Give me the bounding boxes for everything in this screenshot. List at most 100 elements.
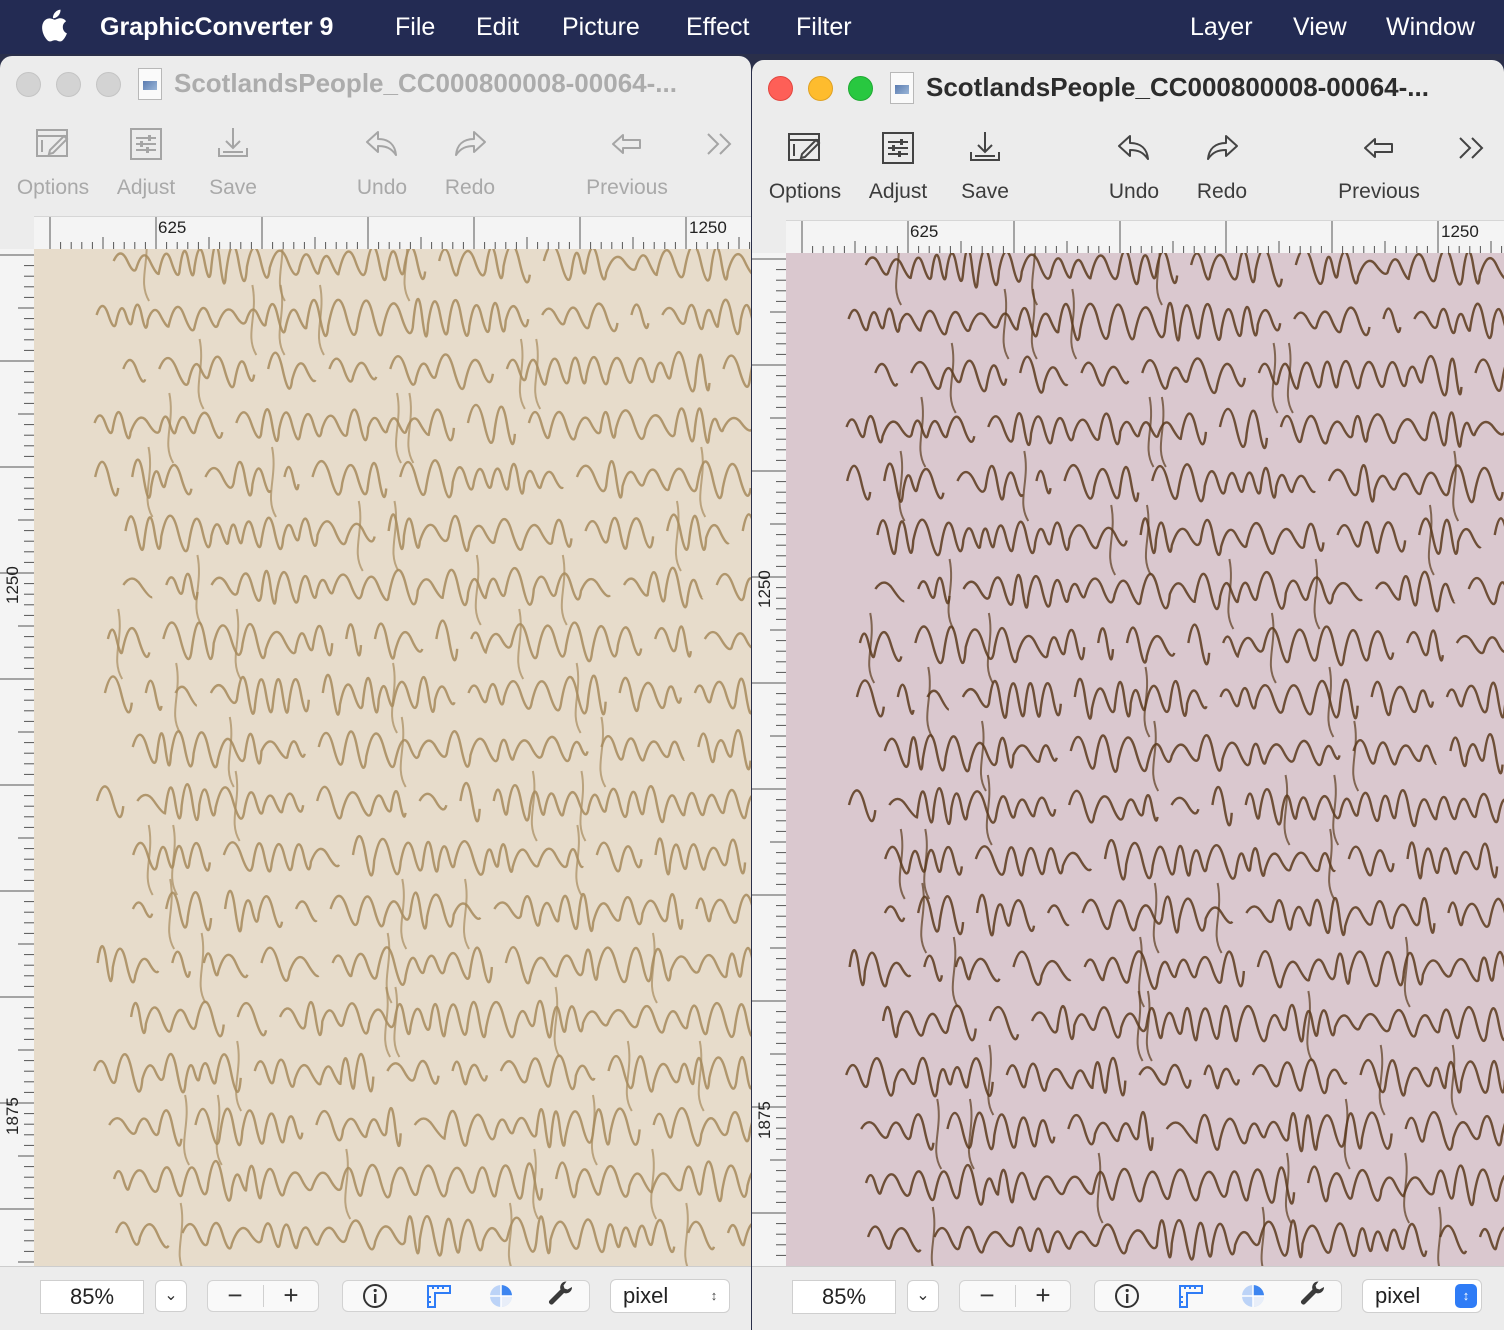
- toolbar-overflow-button[interactable]: [700, 124, 740, 164]
- handwriting-stroke: [399, 716, 407, 788]
- handwriting-stroke: [1152, 882, 1160, 954]
- handwriting-stroke: [684, 1202, 689, 1266]
- image-window-right: ScotlandsPeople_CC000800008-00064-... Op…: [752, 60, 1504, 1330]
- apple-logo-icon[interactable]: [38, 9, 68, 43]
- zoom-out-button[interactable]: −: [208, 1281, 262, 1311]
- save-icon: [970, 132, 1000, 161]
- zoom-field[interactable]: 85%: [40, 1280, 144, 1314]
- menu-file[interactable]: File: [395, 12, 435, 42]
- save-button[interactable]: Save: [950, 128, 1020, 204]
- options-button[interactable]: Options: [760, 128, 850, 204]
- close-button[interactable]: [16, 72, 41, 97]
- handwriting-stroke: [1109, 504, 1117, 576]
- undo-icon: [1118, 135, 1149, 160]
- handwriting-line: [106, 619, 751, 663]
- vertical-ruler: 1250 1875: [0, 249, 34, 1266]
- menu-effect[interactable]: Effect: [686, 12, 749, 42]
- handwriting-stroke: [234, 608, 242, 680]
- zoom-in-button[interactable]: +: [264, 1281, 318, 1311]
- handwriting-stroke: [987, 1044, 995, 1116]
- handwriting-stroke: [1437, 1206, 1442, 1266]
- menu-window[interactable]: Window: [1386, 12, 1475, 42]
- view-tools-control: [342, 1280, 590, 1312]
- title-bar: ScotlandsPeople_CC000800008-00064-...: [0, 56, 751, 116]
- chevron-up-down-icon: ↕: [710, 1288, 718, 1303]
- wrench-icon: [1301, 1281, 1325, 1305]
- image-canvas[interactable]: [34, 249, 751, 1266]
- handwriting-line: [884, 838, 1499, 881]
- close-button[interactable]: [768, 76, 793, 101]
- adjust-label: Adjust: [116, 176, 176, 199]
- handwriting-line: [95, 460, 751, 499]
- zoom-button[interactable]: [96, 72, 121, 97]
- adjust-icon: [882, 132, 914, 164]
- settings-button[interactable]: [1285, 1281, 1341, 1311]
- handwriting-stroke: [579, 770, 587, 842]
- undo-icon: [366, 131, 397, 156]
- redo-label: Redo: [1196, 180, 1248, 203]
- zoom-out-button[interactable]: −: [960, 1281, 1014, 1311]
- unit-select[interactable]: pixel ↕: [610, 1279, 730, 1313]
- horizontal-ruler: 625 1250: [786, 220, 1504, 254]
- undo-button[interactable]: Undo: [346, 124, 418, 200]
- overflow-icon: [1459, 137, 1484, 159]
- info-button[interactable]: [347, 1281, 403, 1311]
- menu-filter[interactable]: Filter: [796, 12, 852, 42]
- color-button[interactable]: [473, 1281, 529, 1311]
- options-button[interactable]: Options: [8, 124, 98, 200]
- handwriting-stroke: [1271, 342, 1279, 414]
- ruler-label-1250: 1250: [689, 218, 727, 237]
- toolbar-overflow-button[interactable]: [1452, 128, 1492, 168]
- handwriting-stroke: [1332, 774, 1340, 846]
- color-button[interactable]: [1225, 1281, 1281, 1311]
- title-bar: ScotlandsPeople_CC000800008-00064-...: [752, 60, 1504, 120]
- handwriting-stroke: [1145, 990, 1153, 1062]
- redo-button[interactable]: Redo: [434, 124, 506, 200]
- handwriting-line: [866, 1219, 1504, 1261]
- handwriting-stroke: [344, 1148, 352, 1220]
- zoom-in-button[interactable]: +: [1016, 1281, 1070, 1311]
- handwriting-stroke: [1452, 450, 1460, 522]
- handwriting-line: [849, 787, 1504, 826]
- save-button[interactable]: Save: [198, 124, 268, 200]
- undo-button[interactable]: Undo: [1098, 128, 1170, 204]
- zoom-field[interactable]: 85%: [792, 1280, 896, 1314]
- menu-layer[interactable]: Layer: [1190, 12, 1253, 42]
- app-menu[interactable]: GraphicConverter 9: [100, 12, 333, 42]
- adjust-button[interactable]: Adjust: [858, 128, 938, 204]
- handwriting-line: [131, 729, 751, 771]
- handwriting-stroke: [979, 720, 987, 792]
- image-window-left: ScotlandsPeople_CC000800008-00064-... Op…: [0, 56, 751, 1330]
- adjust-button[interactable]: Adjust: [106, 124, 186, 200]
- info-button[interactable]: [1099, 1281, 1155, 1311]
- handwriting-stroke: [1260, 1206, 1266, 1266]
- chevron-up-down-icon: ↕: [1455, 1284, 1477, 1308]
- status-bar: 85% ⌄ − + pixel ↕: [752, 1266, 1504, 1330]
- menu-view[interactable]: View: [1293, 12, 1347, 42]
- previous-button[interactable]: Previous: [578, 124, 676, 200]
- zoom-button[interactable]: [848, 76, 873, 101]
- zoom-dropdown[interactable]: ⌄: [155, 1280, 187, 1312]
- handwriting-stroke: [507, 1202, 513, 1266]
- ruler-toggle-button[interactable]: [411, 1281, 467, 1311]
- unit-select[interactable]: pixel ↕: [1362, 1279, 1482, 1313]
- handwriting-stroke: [1215, 882, 1223, 954]
- handwriting-line: [885, 895, 1504, 936]
- settings-button[interactable]: [533, 1281, 589, 1311]
- minimize-button[interactable]: [56, 72, 81, 97]
- previous-button[interactable]: Previous: [1330, 128, 1428, 204]
- handwriting-line: [114, 1215, 751, 1257]
- menu-edit[interactable]: Edit: [476, 12, 519, 42]
- redo-button[interactable]: Redo: [1186, 128, 1258, 204]
- image-canvas[interactable]: [786, 253, 1504, 1266]
- zoom-dropdown[interactable]: ⌄: [907, 1280, 939, 1312]
- handwriting-stroke: [1378, 1044, 1386, 1116]
- ruler-toggle-button[interactable]: [1163, 1281, 1219, 1311]
- handwriting-stroke: [1152, 720, 1160, 792]
- minimize-button[interactable]: [808, 76, 833, 101]
- handwriting-line: [95, 298, 751, 338]
- handwriting-line: [103, 673, 751, 716]
- color-icon: [1242, 1285, 1264, 1307]
- document-icon: [138, 68, 162, 100]
- menu-picture[interactable]: Picture: [562, 12, 640, 42]
